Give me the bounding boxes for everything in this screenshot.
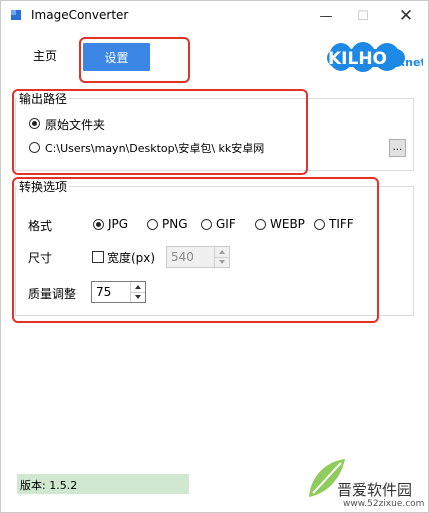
label-format-png[interactable]: PNG bbox=[162, 217, 188, 231]
convert-options-title: 转换选项 bbox=[17, 178, 70, 195]
version-text: 版本: 1.5.2 bbox=[20, 479, 78, 492]
quality-stepper[interactable]: 75 bbox=[91, 281, 146, 303]
label-format-jpg[interactable]: JPG bbox=[108, 217, 128, 231]
quality-value: 75 bbox=[96, 285, 112, 299]
width-stepper[interactable]: 540 bbox=[166, 246, 230, 268]
quality-label: 质量调整 bbox=[28, 287, 77, 301]
minimize-button[interactable]: — bbox=[311, 5, 341, 27]
radio-custom-folder[interactable] bbox=[29, 142, 40, 153]
kilho-logo: KILHO .net bbox=[327, 42, 423, 72]
radio-original-folder[interactable] bbox=[29, 118, 40, 129]
label-custom-folder[interactable]: C:\Users\mayn\Desktop\安卓包\ kk安卓网 bbox=[45, 140, 264, 156]
width-down-arrow-icon[interactable] bbox=[215, 257, 229, 267]
width-checkbox-label[interactable]: 宽度(px) bbox=[107, 249, 155, 266]
logo-text: KILHO bbox=[328, 49, 387, 69]
watermark-url: www.52zixue.com bbox=[343, 499, 425, 509]
label-format-webp[interactable]: WEBP bbox=[270, 217, 305, 231]
app-icon bbox=[11, 10, 21, 20]
radio-format-webp[interactable] bbox=[255, 219, 266, 230]
width-value: 540 bbox=[171, 250, 194, 264]
format-label: 格式 bbox=[28, 219, 53, 233]
label-format-gif[interactable]: GIF bbox=[216, 217, 236, 231]
output-path-title: 输出路径 bbox=[17, 90, 70, 107]
close-button[interactable]: ✕ bbox=[391, 5, 421, 27]
watermark-text: 晋爱软件园 bbox=[337, 481, 413, 499]
radio-format-png[interactable] bbox=[147, 219, 158, 230]
version-bar: 版本: 1.5.2 bbox=[17, 474, 189, 494]
browse-button[interactable]: ... bbox=[389, 139, 406, 157]
radio-format-tiff[interactable] bbox=[314, 219, 325, 230]
watermark: 晋爱软件园 www.52zixue.com bbox=[301, 449, 429, 513]
tab-settings[interactable]: 设置 bbox=[83, 43, 150, 71]
width-checkbox[interactable] bbox=[92, 251, 104, 263]
radio-format-gif[interactable] bbox=[201, 219, 212, 230]
width-stepper-arrows bbox=[214, 247, 229, 267]
quality-down-arrow-icon[interactable] bbox=[131, 292, 145, 302]
tab-main[interactable]: 主页 bbox=[33, 47, 57, 64]
radio-format-jpg[interactable] bbox=[93, 219, 104, 230]
label-original-folder[interactable]: 原始文件夹 bbox=[45, 116, 105, 133]
output-path-group bbox=[15, 98, 414, 171]
title-bar[interactable]: ImageConverter — ☐ ✕ bbox=[1, 1, 428, 31]
label-format-tiff[interactable]: TIFF bbox=[329, 217, 354, 231]
logo-suffix: .net bbox=[401, 56, 423, 69]
size-label: 尺寸 bbox=[28, 251, 53, 265]
quality-stepper-arrows bbox=[130, 282, 145, 302]
app-window: ImageConverter — ☐ ✕ 主页 设置 KILHO .net 输出… bbox=[0, 0, 429, 513]
window-title: ImageConverter bbox=[31, 8, 129, 22]
maximize-button[interactable]: ☐ bbox=[348, 5, 378, 27]
